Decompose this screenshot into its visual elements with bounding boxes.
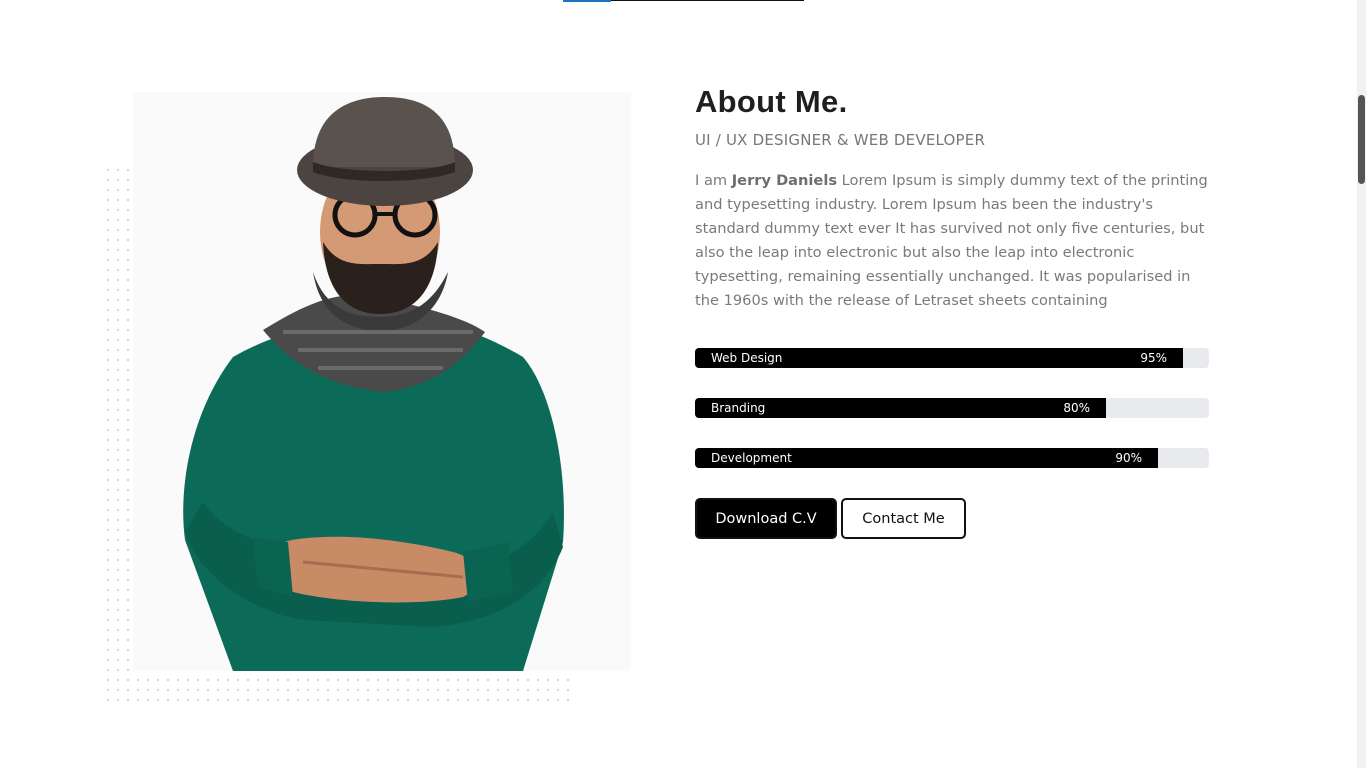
about-section: About Me. UI / UX DESIGNER & WEB DEVELOP… — [695, 80, 1209, 539]
contact-me-button[interactable]: Contact Me — [841, 498, 966, 539]
bio-name: Jerry Daniels — [731, 172, 838, 189]
action-buttons: Download C.V Contact Me — [695, 498, 1209, 539]
skill-percent: 95% — [1140, 351, 1167, 365]
skill-name: Web Design — [711, 351, 783, 365]
bio-paragraph: I am Jerry Daniels Lorem Ipsum is simply… — [695, 169, 1209, 313]
skill-percent: 80% — [1063, 401, 1090, 415]
bio-text: Lorem Ipsum is simply dummy text of the … — [695, 172, 1208, 309]
bio-prefix: I am — [695, 172, 732, 189]
download-cv-button[interactable]: Download C.V — [695, 498, 837, 539]
top-progress-accent — [563, 0, 611, 2]
skill-bar-development: Development 90% — [695, 448, 1209, 468]
skill-bar-branding: Branding 80% — [695, 398, 1209, 418]
top-progress-line — [563, 0, 804, 2]
skill-bar-web-design: Web Design 95% — [695, 348, 1209, 368]
profile-photo — [133, 92, 631, 671]
page-scrollbar[interactable] — [1357, 0, 1366, 768]
scrollbar-thumb[interactable] — [1358, 95, 1365, 184]
skill-name: Development — [711, 451, 792, 465]
page-title: About Me. — [695, 84, 848, 119]
skills-list: Web Design 95% Branding 80% Development … — [695, 348, 1209, 468]
portrait-illustration — [183, 97, 564, 671]
role-subtitle: UI / UX DESIGNER & WEB DEVELOPER — [695, 131, 986, 149]
skill-percent: 90% — [1115, 451, 1142, 465]
skill-name: Branding — [711, 401, 766, 415]
